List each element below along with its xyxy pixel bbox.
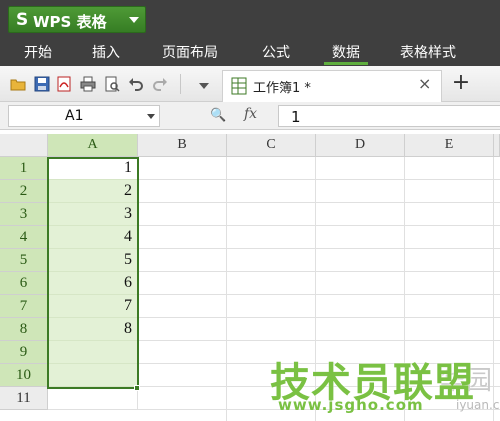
row-header-6[interactable]: 6 [0,272,48,295]
tab-home[interactable]: 开始 [24,42,52,62]
dropdown-icon[interactable] [196,78,212,94]
row-header-8[interactable]: 8 [0,318,48,341]
row-header-7[interactable]: 7 [0,295,48,318]
print-preview-icon[interactable] [104,76,120,92]
fill-handle[interactable] [134,385,140,391]
tab-insert[interactable]: 插入 [92,42,120,62]
spreadsheet-file-icon [231,77,247,95]
row-header-10[interactable]: 10 [0,364,48,387]
column-header-f[interactable] [494,134,500,157]
open-folder-icon[interactable] [10,76,26,92]
row-header-3[interactable]: 3 [0,203,48,226]
zoom-icon[interactable]: 🔍 [210,108,226,123]
selection-border [47,157,139,389]
chevron-down-icon [129,17,139,23]
row-header-11[interactable]: 11 [0,387,48,410]
toolbar-divider [180,74,181,94]
app-title: WPS 表格 [33,13,107,31]
name-box[interactable]: A1 [8,105,160,127]
column-header-b[interactable]: B [138,134,227,157]
column-header-a[interactable]: A [48,134,138,157]
active-tab-indicator [324,62,368,65]
new-tab-button[interactable]: + [450,70,472,96]
formula-bar: A1 🔍 fx 1 [0,102,500,130]
chevron-down-icon[interactable] [147,114,155,119]
document-title: 工作簿1 * [253,81,311,96]
cell-a11[interactable] [48,387,138,410]
close-icon[interactable]: × [418,74,431,93]
undo-icon[interactable] [128,76,144,92]
column-header-e[interactable]: E [405,134,494,157]
name-box-value: A1 [65,108,84,124]
redo-icon[interactable] [152,76,168,92]
app-menu-button[interactable]: S WPS 表格 [8,6,146,33]
watermark-url: www.jsgho.com [278,396,424,414]
export-pdf-icon[interactable] [56,76,72,92]
formula-input[interactable]: 1 [278,105,500,127]
row-header-5[interactable]: 5 [0,249,48,272]
column-header-d[interactable]: D [316,134,405,157]
tab-table-styles[interactable]: 表格样式 [400,42,456,62]
wps-logo-icon: S [16,10,29,30]
title-bar: S WPS 表格 [0,0,500,38]
row-header-4[interactable]: 4 [0,226,48,249]
row-header-2[interactable]: 2 [0,180,48,203]
fx-icon[interactable]: fx [244,106,257,122]
document-tab[interactable]: 工作簿1 * × [222,70,442,102]
tab-page-layout[interactable]: 页面布局 [162,42,218,62]
formula-value: 1 [291,108,301,126]
select-all-corner[interactable] [0,134,48,157]
watermark-side-url: iyuan.com [456,398,500,412]
save-icon[interactable] [34,76,50,92]
print-icon[interactable] [80,76,96,92]
ribbon-tabs: 开始 插入 页面布局 公式 数据 表格样式 [0,38,500,66]
column-header-c[interactable]: C [227,134,316,157]
tab-formulas[interactable]: 公式 [262,42,290,62]
row-header-1[interactable]: 1 [0,157,48,180]
tab-data[interactable]: 数据 [332,42,360,62]
row-header-9[interactable]: 9 [0,341,48,364]
